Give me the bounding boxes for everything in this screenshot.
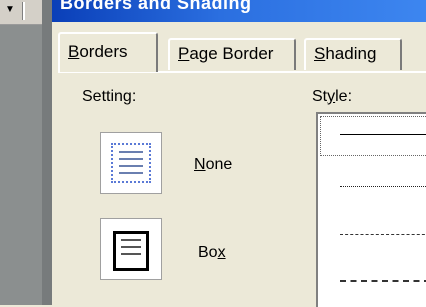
solid-line-sample (340, 134, 426, 135)
box-border-icon (113, 231, 149, 271)
line-style-dashed-large[interactable] (318, 260, 426, 300)
document-window-edge: ▼ (0, 0, 52, 305)
tab-borders-mnemonic: B (68, 42, 80, 61)
no-border-icon (111, 143, 151, 183)
long-dashed-line-sample (340, 280, 426, 282)
tab-page-border[interactable]: Page Border (168, 38, 296, 70)
dotted-line-sample (340, 186, 426, 187)
dialog-titlebar[interactable]: Borders and Shading (52, 0, 426, 22)
setting-box-label[interactable]: Box (198, 244, 226, 262)
setting-none-label-text: one (205, 156, 233, 173)
tab-shading-label: hading (325, 44, 377, 63)
tab-strip: Borders Page Border Shading (58, 32, 426, 72)
line-style-dashed-small[interactable] (318, 214, 426, 254)
line-style-solid[interactable] (318, 114, 426, 156)
tab-borders[interactable]: Borders (58, 32, 158, 72)
tab-borders-label: orders (79, 42, 128, 61)
line-style-dotted[interactable] (318, 166, 426, 206)
style-label-pre: St (312, 88, 328, 105)
setting-box-label-pre: Bo (198, 244, 218, 261)
toolbar-separator (22, 2, 25, 20)
setting-label: Setting: (82, 88, 137, 105)
style-label: Style: (312, 88, 352, 106)
document-window-border (42, 0, 52, 305)
setting-box-mnemonic: x (217, 244, 226, 261)
tab-shading[interactable]: Shading (304, 38, 402, 70)
dashed-line-sample (340, 234, 426, 235)
tab-page-border-mnemonic: P (178, 44, 190, 63)
setting-none-button[interactable] (100, 132, 162, 194)
selection-focus-frame (320, 116, 426, 156)
dialog-title: Borders and Shading (60, 0, 252, 13)
setting-none-label[interactable]: None (194, 156, 232, 174)
style-mnemonic: y (327, 88, 336, 105)
line-style-list[interactable] (316, 112, 426, 307)
setting-box-button[interactable] (100, 218, 162, 280)
borders-and-shading-dialog: Borders and Shading Borders Page Border … (52, 0, 426, 307)
dropdown-arrow-icon[interactable]: ▼ (5, 4, 15, 15)
tab-page-border-label: age Border (189, 44, 274, 63)
tab-shading-mnemonic: S (314, 44, 326, 63)
setting-none-mnemonic: N (194, 156, 206, 173)
style-label-post: le: (335, 88, 353, 105)
